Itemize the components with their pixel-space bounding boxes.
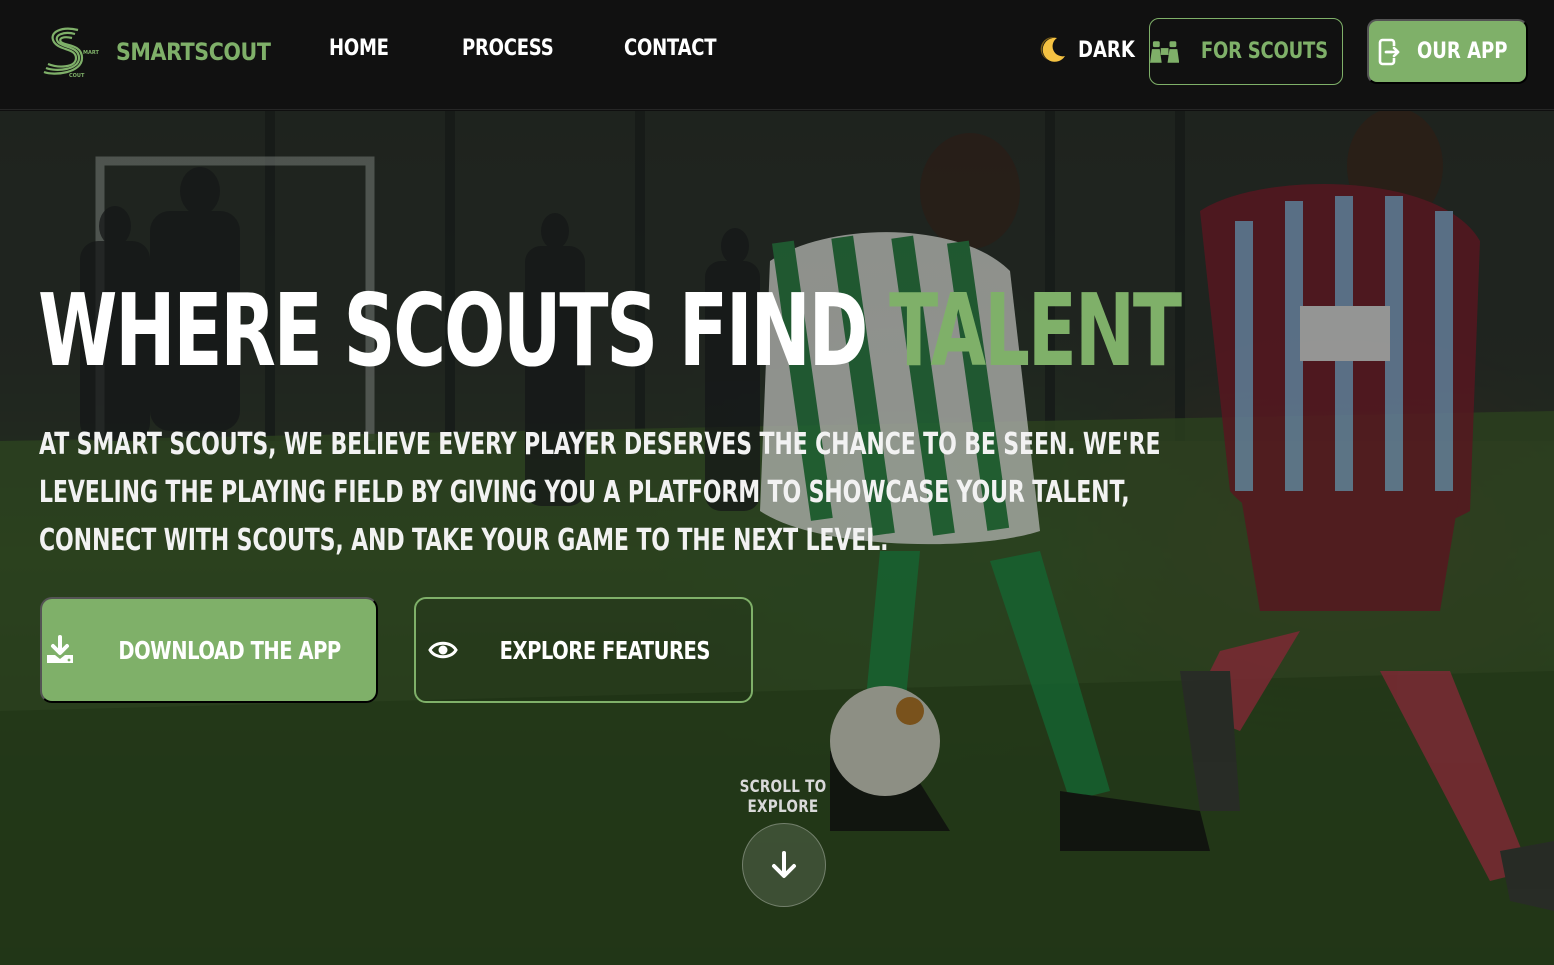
app-enter-icon [1378,38,1400,65]
theme-toggle[interactable]: DARK [1038,32,1147,68]
download-icon [47,635,74,663]
hero-section: WHERE SCOUTS FIND TALENT AT SMART SCOUTS… [0,111,1554,965]
nav-link-contact[interactable]: CONTACT [624,36,717,61]
hero-title-accent: TALENT [889,272,1182,389]
brand-name: SMARTSCOUT [116,38,271,66]
top-navigation: MART COUT SMARTSCOUT HOME PROCESS CONTAC… [0,0,1554,110]
download-app-button[interactable]: DOWNLOAD THE APP [40,597,378,703]
nav-link-process[interactable]: PROCESS [462,36,554,61]
hero-description: AT SMART SCOUTS, WE BELIEVE EVERY PLAYER… [39,427,1161,558]
moon-icon [1040,37,1065,62]
brand-logo-link[interactable]: MART COUT SMARTSCOUT [42,24,296,80]
scroll-to-explore-label: SCROLL TO EXPLORE [739,777,827,817]
smartscout-logo-icon: MART COUT [43,27,99,79]
nav-link-home[interactable]: HOME [329,36,389,61]
our-app-button[interactable]: OUR APP [1367,19,1528,84]
svg-text:MART: MART [83,50,99,56]
download-app-label: DOWNLOAD THE APP [118,635,342,665]
hero-title-main: WHERE SCOUTS FIND [38,272,868,389]
arrow-down-icon [772,851,796,878]
for-scouts-label: FOR SCOUTS [1201,39,1329,64]
for-scouts-button[interactable]: FOR SCOUTS [1149,18,1343,85]
theme-toggle-label: DARK [1078,37,1135,63]
svg-text:COUT: COUT [69,73,85,79]
hero-title: WHERE SCOUTS FIND TALENT [38,281,1182,381]
explore-features-label: EXPLORE FEATURES [499,635,710,665]
our-app-label: OUR APP [1417,39,1508,64]
binoculars-icon [1150,40,1180,63]
explore-features-button[interactable]: EXPLORE FEATURES [414,597,753,703]
eye-icon [427,641,458,659]
scroll-down-button[interactable] [742,823,826,907]
